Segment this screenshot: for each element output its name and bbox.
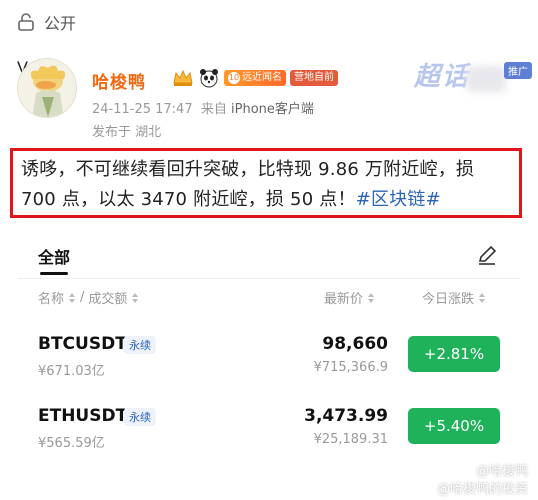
market-row[interactable]: ETHUSDT 永续 ¥565.59亿 3,473.99 ¥25,189.31 … bbox=[18, 400, 520, 464]
last-price: 3,473.99 bbox=[304, 406, 388, 426]
market-row[interactable]: BTCUSDT 永续 ¥671.03亿 98,660 ¥715,366.9 +2… bbox=[18, 328, 520, 392]
post-text: 诱哆，不可继续看回升突破，比特现 9.86 万附近崆，损 700 点，以太 34… bbox=[21, 159, 475, 210]
promo-blur bbox=[466, 66, 506, 92]
change-badge[interactable]: +5.40% bbox=[408, 408, 500, 444]
post-location: 发布于 湖北 bbox=[92, 125, 162, 140]
contract-type-badge: 永续 bbox=[124, 408, 156, 426]
post-meta: 24-11-25 17:47 来自 iPhone客户端 bbox=[92, 98, 314, 117]
price-cny: ¥715,366.9 bbox=[313, 360, 388, 375]
weibo-post: 公开 V 哈梭鸭 10 远近闻名 营地自前 24-11-25 17:47 来自 … bbox=[0, 0, 538, 500]
header-change[interactable]: 今日涨跌 bbox=[422, 288, 486, 307]
crown-icon bbox=[173, 69, 193, 86]
source-prefix: 来自 bbox=[200, 102, 227, 117]
volume: ¥565.59亿 bbox=[38, 436, 105, 451]
visibility-bar[interactable]: 公开 bbox=[0, 0, 538, 44]
watermark-line2: @哈梭鸭的投资 bbox=[436, 482, 528, 497]
header-name-volume[interactable]: 名称 / 成交额 bbox=[38, 288, 139, 307]
duck-avatar-icon bbox=[18, 59, 76, 117]
sort-icon bbox=[132, 292, 139, 303]
ip-badge[interactable]: 营地自前 bbox=[290, 70, 338, 86]
author-name[interactable]: 哈梭鸭 bbox=[92, 68, 146, 93]
price-cny: ¥25,189.31 bbox=[313, 432, 388, 447]
fan-level-badge[interactable]: 10 远近闻名 bbox=[224, 70, 286, 86]
hashtag-link[interactable]: #区块链# bbox=[356, 189, 441, 210]
panda-icon bbox=[200, 69, 218, 88]
market-tabs: 全部 bbox=[18, 230, 520, 278]
tab-all[interactable]: 全部 bbox=[38, 244, 70, 268]
symbol: BTCUSDT bbox=[38, 334, 127, 354]
volume: ¥671.03亿 bbox=[38, 364, 105, 379]
header-price[interactable]: 最新价 bbox=[324, 288, 375, 307]
device-link[interactable]: iPhone客户端 bbox=[231, 102, 314, 117]
tab-underline bbox=[40, 272, 68, 275]
last-price: 98,660 bbox=[322, 334, 388, 354]
watermark-line1: @哈梭鸭 bbox=[475, 464, 528, 479]
author-badges: 10 远近闻名 营地自前 bbox=[172, 68, 338, 88]
avatar[interactable]: V bbox=[17, 58, 81, 122]
contract-type-badge: 永续 bbox=[124, 336, 156, 354]
divider bbox=[18, 278, 520, 279]
sort-icon bbox=[69, 292, 76, 303]
sort-icon bbox=[368, 292, 375, 303]
market-card: 全部 名称 / 成交额 最新价 今日涨跌 BTCUSDT 永续 ¥671.03亿… bbox=[18, 230, 520, 500]
unlock-icon bbox=[18, 13, 34, 31]
change-badge[interactable]: +2.81% bbox=[408, 336, 500, 372]
edit-pen-icon[interactable] bbox=[476, 244, 498, 266]
visibility-label: 公开 bbox=[44, 14, 77, 33]
symbol: ETHUSDT bbox=[38, 406, 128, 426]
promo-brand-text: 超话 bbox=[414, 62, 471, 92]
super-topic-promo[interactable]: 超话 推广 bbox=[396, 52, 538, 102]
ad-label: 推广 bbox=[504, 62, 532, 79]
post-datetime: 24-11-25 17:47 bbox=[92, 102, 193, 117]
post-content-highlight: 诱哆，不可继续看回升突破，比特现 9.86 万附近崆，损 700 点，以太 34… bbox=[10, 148, 522, 218]
sort-icon bbox=[479, 292, 486, 303]
